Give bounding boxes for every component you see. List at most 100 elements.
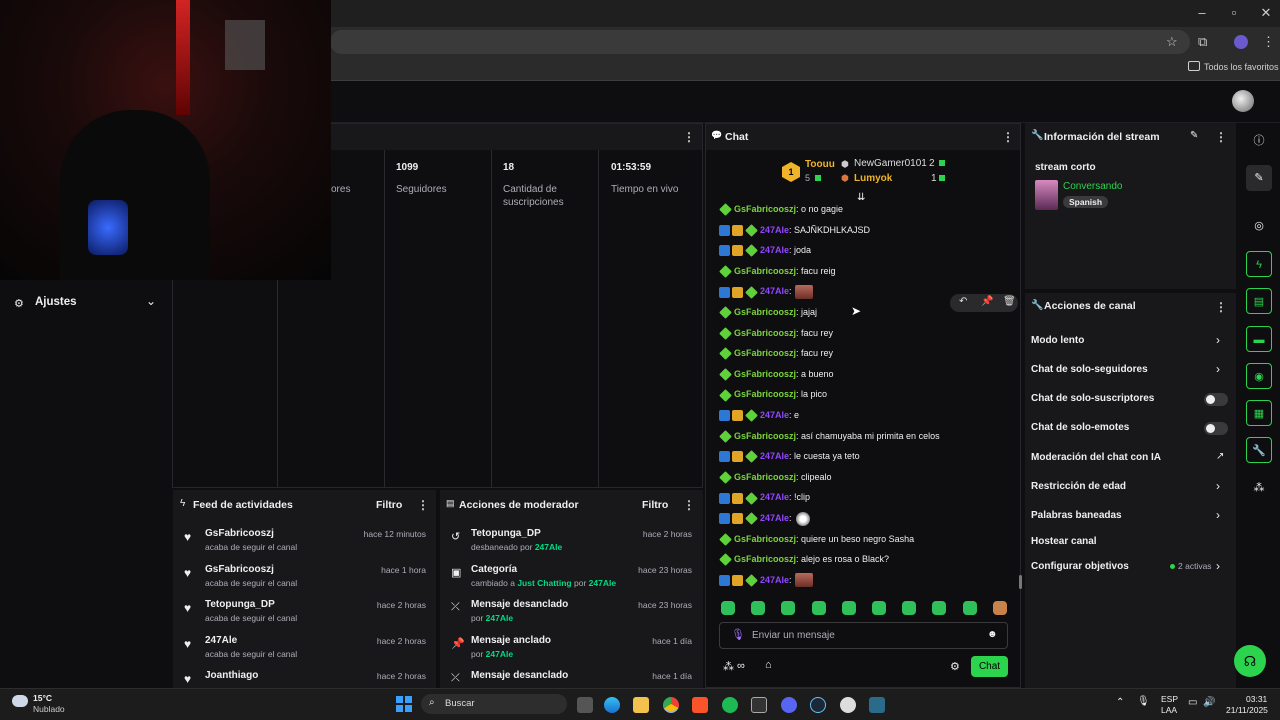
points-icon[interactable]: ⁂ [1246,475,1272,501]
delete-icon[interactable]: 🗑 [1003,296,1016,307]
edge-icon[interactable] [604,697,620,713]
chevron-right-icon[interactable]: › [1216,508,1220,522]
chat-bubble-icon[interactable]: ▬ [1246,326,1272,352]
chat-username[interactable]: GsFabricooszj [734,348,796,358]
chat-username[interactable]: GsFabricooszj [734,389,796,399]
chat-username[interactable]: GsFabricooszj [734,328,796,338]
feed-item-name[interactable]: Joanthiago [205,670,258,681]
expand-leaderboard-icon[interactable]: ⇊ [857,192,865,203]
weather-desc[interactable]: Nublado [33,704,65,714]
channel-action-label[interactable]: Moderación del chat con IA [1031,452,1161,463]
channel-action-label[interactable]: Configurar objetivos [1031,561,1129,572]
maximize-icon[interactable]: ▫ [1224,5,1244,20]
stream-info-menu-icon[interactable]: ⋮ [1215,130,1227,144]
emote-shortcut-icon[interactable] [962,601,977,615]
pin-icon[interactable]: 📌 [981,296,993,307]
camera-icon[interactable]: ◎ [1246,213,1272,239]
channel-actions-menu-icon[interactable]: ⋮ [1215,300,1227,314]
infinity-icon[interactable]: ∞ [737,660,745,672]
mod-action-title[interactable]: Categoría [471,564,517,575]
chat-menu-icon[interactable]: ⋮ [1002,130,1014,144]
taskbar-search-label[interactable]: Buscar [445,698,475,709]
chat-username[interactable]: GsFabricooszj [734,204,796,214]
profile-icon[interactable] [1234,35,1248,49]
document-icon[interactable]: ▤ [1246,288,1272,314]
emote-shortcut-icon[interactable] [932,601,947,615]
task-view-icon[interactable] [577,697,593,713]
info-icon[interactable]: ⓘ [1246,128,1272,154]
emote-shortcut-icon[interactable] [751,601,766,615]
external-link-icon[interactable]: ↗ [1216,451,1224,462]
chat-username[interactable]: 247Ale [760,245,789,255]
channel-action-label[interactable]: Palabras baneadas [1031,510,1122,521]
stream-category[interactable]: Conversando [1063,181,1122,192]
chat-username[interactable]: 247Ale [760,513,789,523]
mod-action-title[interactable]: Mensaje anclado [471,635,551,646]
stats-menu-icon[interactable]: ⋮ [683,130,695,144]
weather-temp[interactable]: 15°C [33,693,52,703]
windows-start-icon[interactable] [396,696,412,712]
chat-username[interactable]: 247Ale [760,225,789,235]
settings-label[interactable]: Ajustes [35,296,77,308]
emote-shortcut-icon[interactable] [781,601,796,615]
minimize-icon[interactable]: – [1192,5,1212,20]
wrench-icon[interactable]: 🔧 [1246,437,1272,463]
lightning-icon[interactable]: ϟ [1246,251,1272,277]
input-language-layout[interactable]: LAA [1161,705,1177,715]
mod-action-title[interactable]: Mensaje desanclado [471,599,568,610]
edit-pencil-icon[interactable]: ✎ [1190,130,1198,141]
emote-shortcut-icon[interactable] [721,601,735,615]
feed-item-name[interactable]: Tetopunga_DP [205,599,275,610]
chat-username[interactable]: GsFabricooszj [734,554,796,564]
clock-date[interactable]: 21/11/2025 [1226,705,1268,715]
chat-username[interactable]: GsFabricooszj [734,472,796,482]
network-icon[interactable]: ▭ [1188,697,1197,708]
store-icon[interactable]: ⌂ [765,659,772,671]
chrome-icon[interactable] [663,697,679,713]
activity-filter-button[interactable]: Filtro [376,499,402,511]
chat-username[interactable]: GsFabricooszj [734,266,796,276]
bookmarks-folder-label[interactable]: Todos los favoritos [1204,62,1279,72]
chat-username[interactable]: GsFabricooszj [734,431,796,441]
channel-action-label[interactable]: Hostear canal [1031,536,1097,547]
send-chat-button[interactable]: Chat [971,656,1008,677]
avatar[interactable] [1232,90,1254,112]
mod-action-user[interactable]: Just Chatting [517,578,571,588]
browser-menu-icon[interactable]: ⋮ [1262,34,1275,50]
mod-action-title[interactable]: Tetopunga_DP [471,528,541,539]
file-explorer-icon[interactable] [633,697,649,713]
spotify-icon[interactable] [722,697,738,713]
chat-username[interactable]: GsFabricooszj [734,307,796,317]
mod-action-user[interactable]: 247Ale [535,542,562,552]
channel-action-label[interactable]: Chat de solo-suscriptores [1031,393,1154,404]
microphone-icon[interactable]: 🎙 [1137,696,1150,707]
channel-action-label[interactable]: Modo lento [1031,335,1084,346]
support-headset-icon[interactable]: ☊ [1234,645,1266,677]
app-icon[interactable] [869,697,885,713]
broadcast-icon[interactable]: ◉ [1246,363,1272,389]
chat-username[interactable]: 247Ale [760,492,789,502]
chevron-right-icon[interactable]: › [1216,333,1220,347]
clock-time[interactable]: 03:31 [1246,694,1267,704]
steam-icon[interactable] [810,697,826,713]
epic-games-icon[interactable] [751,697,767,713]
points-icon[interactable]: ⁂ [723,660,734,673]
brave-icon[interactable] [692,697,708,713]
address-bar[interactable] [330,30,1190,54]
feed-item-name[interactable]: GsFabricooszj [205,528,274,539]
chat-username[interactable]: 247Ale [760,451,789,461]
chevron-right-icon[interactable]: › [1216,479,1220,493]
edit-pencil-icon[interactable]: ✎ [1246,165,1272,191]
leader-third-name[interactable]: Lumyok [854,173,892,184]
chat-username[interactable]: 247Ale [760,575,789,585]
emote-shortcut-icon[interactable] [811,601,826,615]
feed-item-name[interactable]: GsFabricooszj [205,564,274,575]
chevron-right-icon[interactable]: › [1216,362,1220,376]
channel-action-label[interactable]: Restricción de edad [1031,481,1126,492]
emote-shortcut-icon[interactable] [841,601,856,615]
mod-action-user[interactable]: 247Ale [486,613,513,623]
mod-action-extra-user[interactable]: 247Ale [589,578,616,588]
bookmark-star-icon[interactable]: ☆ [1166,34,1178,50]
chat-username[interactable]: 247Ale [760,410,789,420]
volume-icon[interactable]: 🔊 [1203,697,1215,708]
